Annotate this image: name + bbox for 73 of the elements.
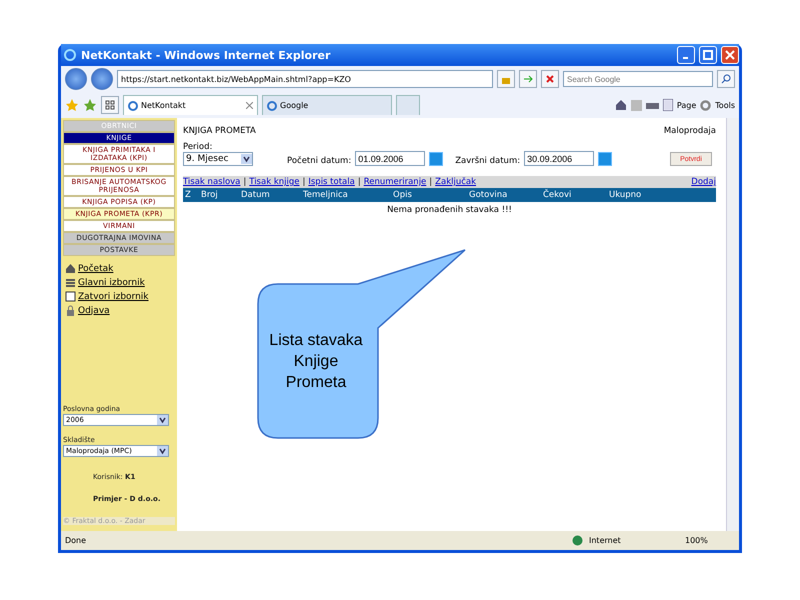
page-menu[interactable]: Page xyxy=(676,100,696,110)
end-date-field[interactable]: 30.09.2006 xyxy=(524,151,594,166)
separator-text: | xyxy=(358,177,361,187)
window-title: NetKontakt - Windows Internet Explorer xyxy=(81,48,332,62)
callout-text: Lista stavaka Knjige Prometa xyxy=(268,331,364,393)
close-icon[interactable] xyxy=(246,102,253,109)
empty-message: Nema pronađenih stavaka !!! xyxy=(386,205,513,215)
add-favorite-icon[interactable] xyxy=(83,98,97,112)
window-icon xyxy=(65,291,76,302)
dropdown-arrow-icon[interactable] xyxy=(157,415,168,425)
period-select[interactable]: 9. Mjesec xyxy=(183,152,253,166)
browser-tab[interactable]: NetKontakt xyxy=(123,95,258,115)
search-button[interactable] xyxy=(717,70,735,88)
close-icon xyxy=(545,74,555,84)
dropdown-arrow-icon[interactable] xyxy=(241,154,252,164)
action-link[interactable]: Renumeriranje xyxy=(364,177,426,187)
close-button[interactable] xyxy=(721,46,739,64)
start-date-field[interactable]: 01.09.2006 xyxy=(355,151,426,166)
action-link[interactable]: Ispis totala xyxy=(308,177,355,187)
refresh-button[interactable] xyxy=(519,70,537,88)
menu-icon xyxy=(65,277,76,288)
nav-link[interactable]: Zatvori izbornik xyxy=(65,291,173,302)
column-header: Broj xyxy=(201,190,219,200)
column-header: Z xyxy=(185,190,192,200)
browser-icon xyxy=(63,48,77,62)
status-text: Done xyxy=(65,536,88,545)
column-header: Čekovi xyxy=(543,190,572,200)
nav-link[interactable]: Odjava xyxy=(65,305,173,316)
close-icon xyxy=(725,50,735,60)
back-button[interactable] xyxy=(65,68,87,90)
column-header: Temeljnica xyxy=(303,190,349,200)
grid-icon xyxy=(105,100,115,110)
zone-text: Internet xyxy=(589,536,622,545)
zoom-control[interactable]: 100% xyxy=(685,536,735,545)
tab-list-button[interactable] xyxy=(101,96,119,114)
action-link[interactable]: Zaključak xyxy=(435,177,476,187)
maximize-button[interactable] xyxy=(699,46,717,64)
dropdown-arrow-icon[interactable] xyxy=(157,446,168,456)
column-header: Opis xyxy=(393,190,413,200)
separator-text: | xyxy=(243,177,246,187)
search-field[interactable]: Search Google xyxy=(563,71,713,87)
globe-icon xyxy=(572,535,583,546)
add-link[interactable]: Dodaj xyxy=(691,177,716,187)
url-text: https://start.netkontakt.biz/WebAppMain.shtml?app=KZO xyxy=(121,74,351,84)
separator-text: | xyxy=(429,177,432,187)
home-icon xyxy=(65,263,76,274)
nav-link[interactable]: Početak xyxy=(65,263,173,274)
home-icon[interactable] xyxy=(614,99,627,111)
mode-text: Maloprodaja xyxy=(664,126,716,136)
star-icon[interactable] xyxy=(65,98,79,112)
nav-link[interactable]: Glavni izbornik xyxy=(65,277,173,288)
column-header: Datum xyxy=(241,190,271,200)
forward-button[interactable] xyxy=(91,68,113,90)
tools-menu[interactable]: Tools xyxy=(715,100,735,110)
lock-button[interactable] xyxy=(497,70,515,88)
page-title: KNJIGA PROMETA xyxy=(183,126,256,136)
arrow-icon xyxy=(523,74,533,84)
column-header: Ukupno xyxy=(609,190,642,200)
address-bar[interactable]: https://start.netkontakt.biz/WebAppMain.shtml?app=KZO xyxy=(117,70,493,88)
period-label: Period: xyxy=(183,142,214,152)
calendar-icon[interactable] xyxy=(429,152,444,166)
action-link[interactable]: Tisak naslova xyxy=(183,177,240,187)
browser-tab[interactable]: Google xyxy=(262,95,392,115)
separator-text: | xyxy=(302,177,306,187)
end-date-label: Završni datum: xyxy=(455,156,520,166)
maximize-icon xyxy=(703,50,713,60)
minimize-button[interactable] xyxy=(677,46,695,64)
action-link[interactable]: Tisak knjige xyxy=(249,177,300,187)
column-header: Gotovina xyxy=(469,190,508,200)
start-date-label: Početni datum: xyxy=(287,156,352,166)
calendar-icon[interactable] xyxy=(598,152,612,166)
search-icon xyxy=(721,74,731,84)
stop-button[interactable] xyxy=(541,70,559,88)
